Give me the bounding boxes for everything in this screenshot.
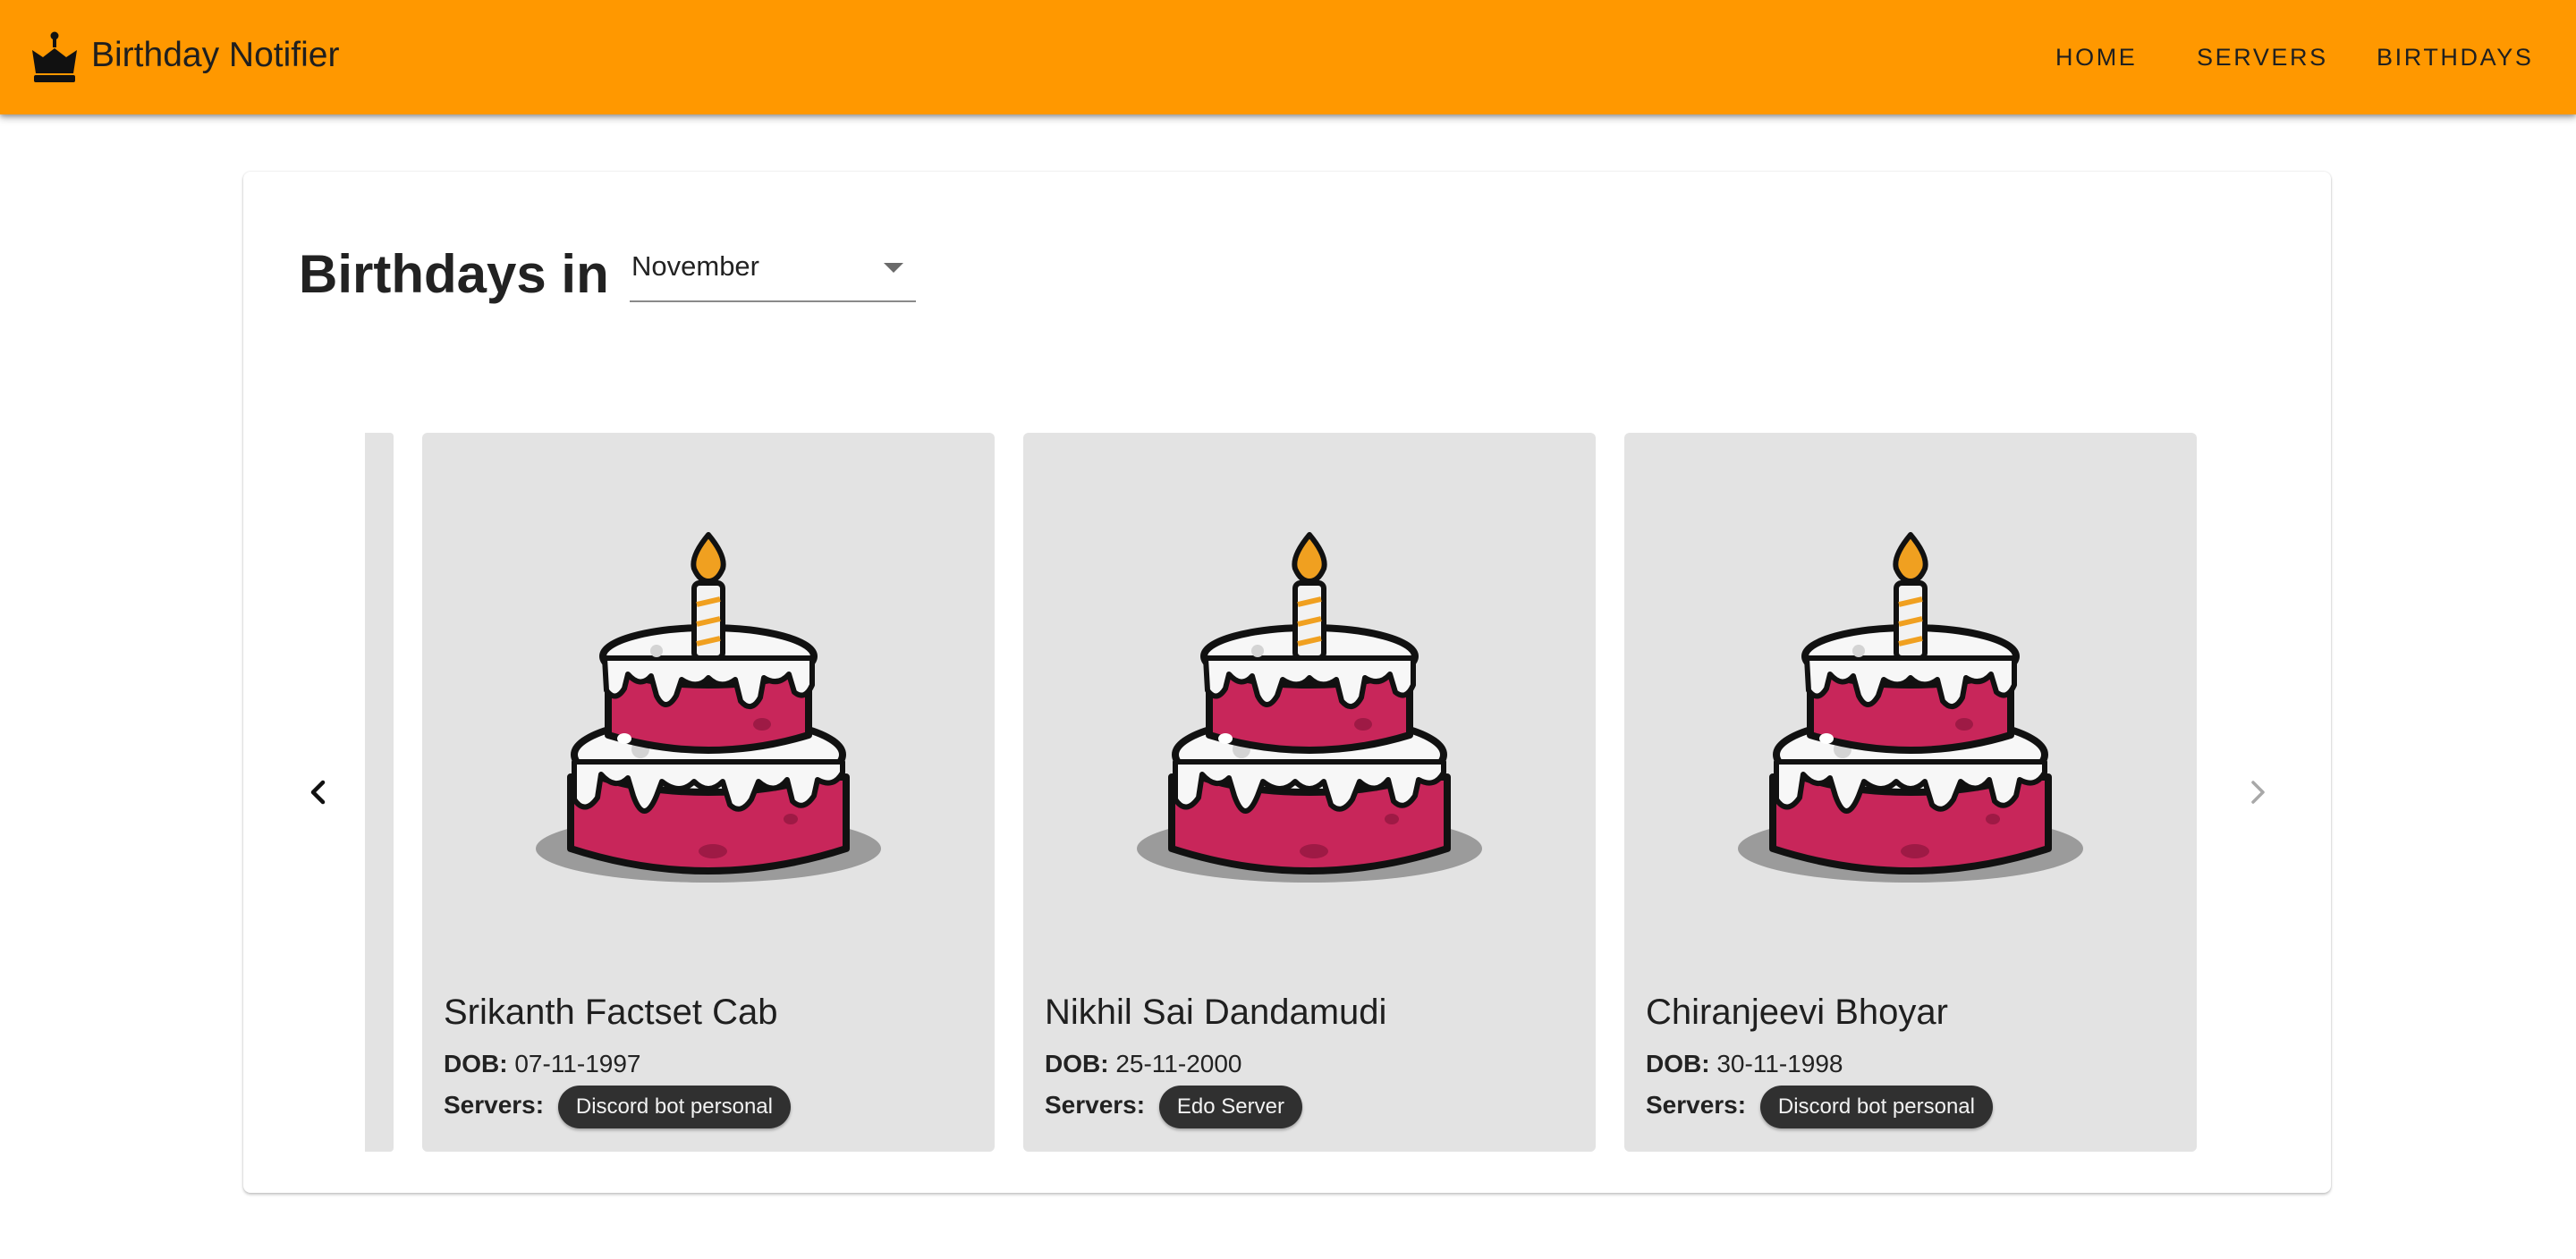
servers-label: Servers:: [444, 1091, 545, 1119]
dob-value: 30-11-1998: [1716, 1050, 1843, 1077]
chevron-down-icon: [884, 263, 903, 273]
month-select-value: November: [631, 250, 759, 282]
carousel-prev-icon[interactable]: [293, 767, 343, 817]
birthday-cake-icon: [536, 532, 881, 883]
birthdays-panel: Birthdays in November Srikanth Factset C…: [243, 172, 2331, 1193]
card-name: Nikhil Sai Dandamudi: [1045, 993, 1387, 1032]
dob-value: 07-11-1997: [514, 1050, 641, 1077]
server-chip[interactable]: Discord bot personal: [1759, 1085, 1993, 1128]
card-servers: Servers: Discord bot personal: [444, 1084, 791, 1130]
card-dob: DOB: 07-11-1997: [444, 1048, 640, 1080]
crown-cake-icon: [32, 31, 77, 82]
nav-home-button[interactable]: HOME: [2055, 27, 2137, 88]
server-chip[interactable]: Edo Server: [1158, 1085, 1302, 1128]
servers-label: Servers:: [1045, 1091, 1146, 1119]
dob-label: DOB:: [1646, 1050, 1710, 1077]
dob-value: 25-11-2000: [1115, 1050, 1242, 1077]
card-servers: Servers: Discord bot personal: [1646, 1084, 1993, 1130]
birthday-card[interactable]: Chiranjeevi Bhoyar DOB: 30-11-1998 Serve…: [1624, 433, 2197, 1152]
birthday-card[interactable]: Nikhil Sai Dandamudi DOB: 25-11-2000 Ser…: [1023, 433, 1596, 1152]
carousel-next-icon[interactable]: [2233, 767, 2283, 817]
dob-label: DOB:: [444, 1050, 508, 1077]
card-dob: DOB: 30-11-1998: [1646, 1048, 1843, 1080]
card-dob: DOB: 25-11-2000: [1045, 1048, 1241, 1080]
birthday-cake-icon: [1738, 532, 2083, 883]
birthday-cake-icon: [1137, 532, 1482, 883]
nav-servers-button[interactable]: SERVERS: [2197, 27, 2328, 88]
card-servers: Servers: Edo Server: [1045, 1084, 1302, 1130]
nav-birthdays-button[interactable]: BIRTHDAYS: [2377, 27, 2533, 88]
card-name: Srikanth Factset Cab: [444, 993, 778, 1032]
app-bar: Birthday Notifier HOME SERVERS BIRTHDAYS: [0, 0, 2576, 114]
carousel-previous-card[interactable]: [365, 433, 394, 1152]
month-select[interactable]: November: [630, 245, 916, 302]
servers-label: Servers:: [1646, 1091, 1747, 1119]
page-title: Birthdays in: [299, 244, 609, 304]
server-chip[interactable]: Discord bot personal: [557, 1085, 791, 1128]
app-title[interactable]: Birthday Notifier: [91, 30, 339, 80]
birthday-card[interactable]: Srikanth Factset Cab DOB: 07-11-1997 Ser…: [422, 433, 995, 1152]
dob-label: DOB:: [1045, 1050, 1109, 1077]
card-name: Chiranjeevi Bhoyar: [1646, 993, 1948, 1032]
